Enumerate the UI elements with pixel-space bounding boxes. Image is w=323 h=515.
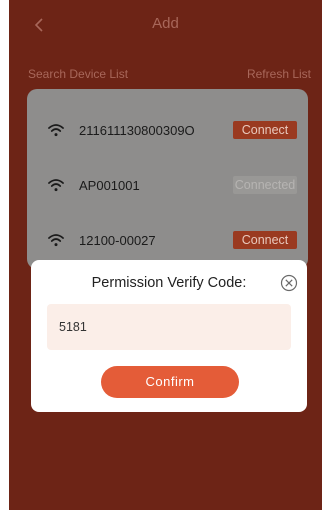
device-row: 12100-00027 Connect — [27, 228, 308, 254]
page-title: Add — [152, 15, 179, 32]
close-circle-icon[interactable] — [280, 274, 298, 292]
device-row: AP001001 Connected — [27, 173, 308, 199]
confirm-button[interactable]: Confirm — [101, 366, 239, 398]
device-list: 211611130800309O Connect AP001001 Connec… — [27, 89, 308, 269]
wifi-icon — [48, 179, 64, 192]
dialog-title: Permission Verify Code: — [91, 275, 247, 291]
wifi-icon — [48, 234, 64, 247]
device-name: 211611130800309O — [79, 123, 195, 138]
nav-bar: Add — [9, 0, 322, 50]
device-name: AP001001 — [79, 178, 140, 193]
refresh-list-button[interactable]: Refresh List — [247, 67, 311, 81]
device-row: 211611130800309O Connect — [27, 118, 308, 144]
connected-status-button[interactable]: Connected — [233, 176, 297, 194]
search-device-list-label: Search Device List — [28, 67, 129, 81]
device-name: 12100-00027 — [79, 233, 156, 248]
connect-button[interactable]: Connect — [233, 121, 297, 139]
verify-code-dialog: Permission Verify Code: Confirm — [31, 260, 307, 412]
device-list-header: Search Device List Refresh List — [9, 64, 322, 84]
wifi-icon — [48, 124, 64, 137]
app-screen: Add Search Device List Refresh List 2116… — [9, 0, 322, 510]
connect-button[interactable]: Connect — [233, 231, 297, 249]
verify-code-input[interactable] — [47, 304, 279, 350]
verify-code-field — [47, 304, 291, 350]
